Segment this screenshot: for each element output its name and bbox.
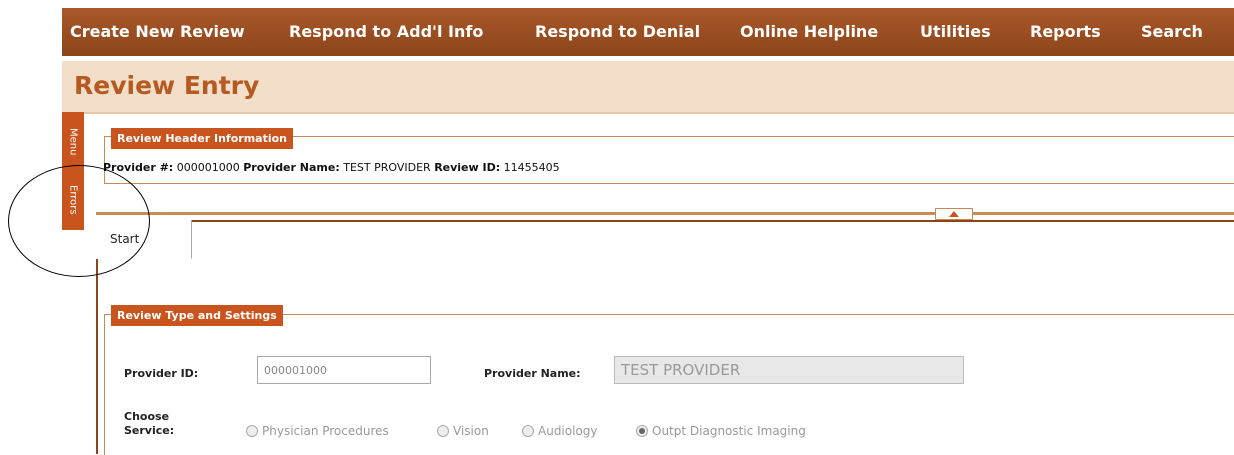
nav-reports[interactable]: Reports — [1030, 22, 1101, 41]
review-id-label: Review ID: — [434, 161, 501, 174]
service-label: Vision — [453, 424, 489, 438]
service-label: Physician Procedures — [262, 424, 389, 438]
top-nav-bar: Create New Review Respond to Add'l Info … — [62, 8, 1234, 56]
provider-id-label: Provider ID: — [124, 367, 199, 380]
review-settings-legend: Review Type and Settings — [111, 305, 283, 326]
service-radio-physician-procedures[interactable]: Physician Procedures — [246, 424, 389, 438]
menu-side-tab[interactable]: Menu — [62, 120, 84, 164]
nav-create-new-review[interactable]: Create New Review — [70, 22, 245, 41]
panel-splitter[interactable] — [96, 212, 1234, 215]
radio-icon — [437, 425, 449, 437]
review-header-line: Provider #: 000001000 Provider Name: TES… — [103, 161, 560, 174]
nav-utilities[interactable]: Utilities — [920, 22, 991, 41]
page-title-banner: Review Entry — [62, 61, 1234, 114]
choose-service-label: Choose Service: — [124, 410, 174, 438]
radio-selected-icon — [636, 425, 648, 437]
errors-side-tab-label: Errors — [67, 185, 79, 215]
service-radio-vision[interactable]: Vision — [437, 424, 489, 438]
choose-service-label-line2: Service: — [124, 424, 175, 437]
provider-num-value: 000001000 — [176, 161, 240, 174]
service-label: Audiology — [538, 424, 598, 438]
radio-icon — [246, 425, 258, 437]
tab-start[interactable]: Start — [96, 220, 192, 259]
service-radio-audiology[interactable]: Audiology — [522, 424, 598, 438]
service-label: Outpt Diagnostic Imaging — [652, 424, 806, 438]
collapse-up-icon — [949, 211, 959, 217]
choose-service-label-line1: Choose — [124, 410, 170, 423]
provider-name-field-label: Provider Name: — [484, 367, 581, 380]
provider-name-input[interactable] — [614, 356, 964, 384]
provider-num-label: Provider #: — [103, 161, 174, 174]
nav-online-helpline[interactable]: Online Helpline — [740, 22, 878, 41]
splitter-collapse-handle[interactable] — [935, 208, 973, 220]
provider-name-label: Provider Name: — [243, 161, 340, 174]
provider-name-value: TEST PROVIDER — [343, 161, 431, 174]
menu-side-tab-label: Menu — [67, 128, 79, 156]
provider-id-input[interactable] — [257, 356, 431, 384]
nav-respond-addl-info[interactable]: Respond to Add'l Info — [289, 22, 483, 41]
tab-start-label: Start — [110, 232, 140, 246]
page-title: Review Entry — [74, 71, 260, 100]
nav-search[interactable]: Search — [1141, 22, 1203, 41]
service-radio-outpt-diagnostic-imaging[interactable]: Outpt Diagnostic Imaging — [636, 424, 806, 438]
review-id-value: 11455405 — [503, 161, 560, 174]
review-header-legend: Review Header Information — [111, 128, 293, 149]
nav-respond-to-denial[interactable]: Respond to Denial — [535, 22, 700, 41]
errors-side-tab[interactable]: Errors — [62, 172, 84, 228]
radio-icon — [522, 425, 534, 437]
